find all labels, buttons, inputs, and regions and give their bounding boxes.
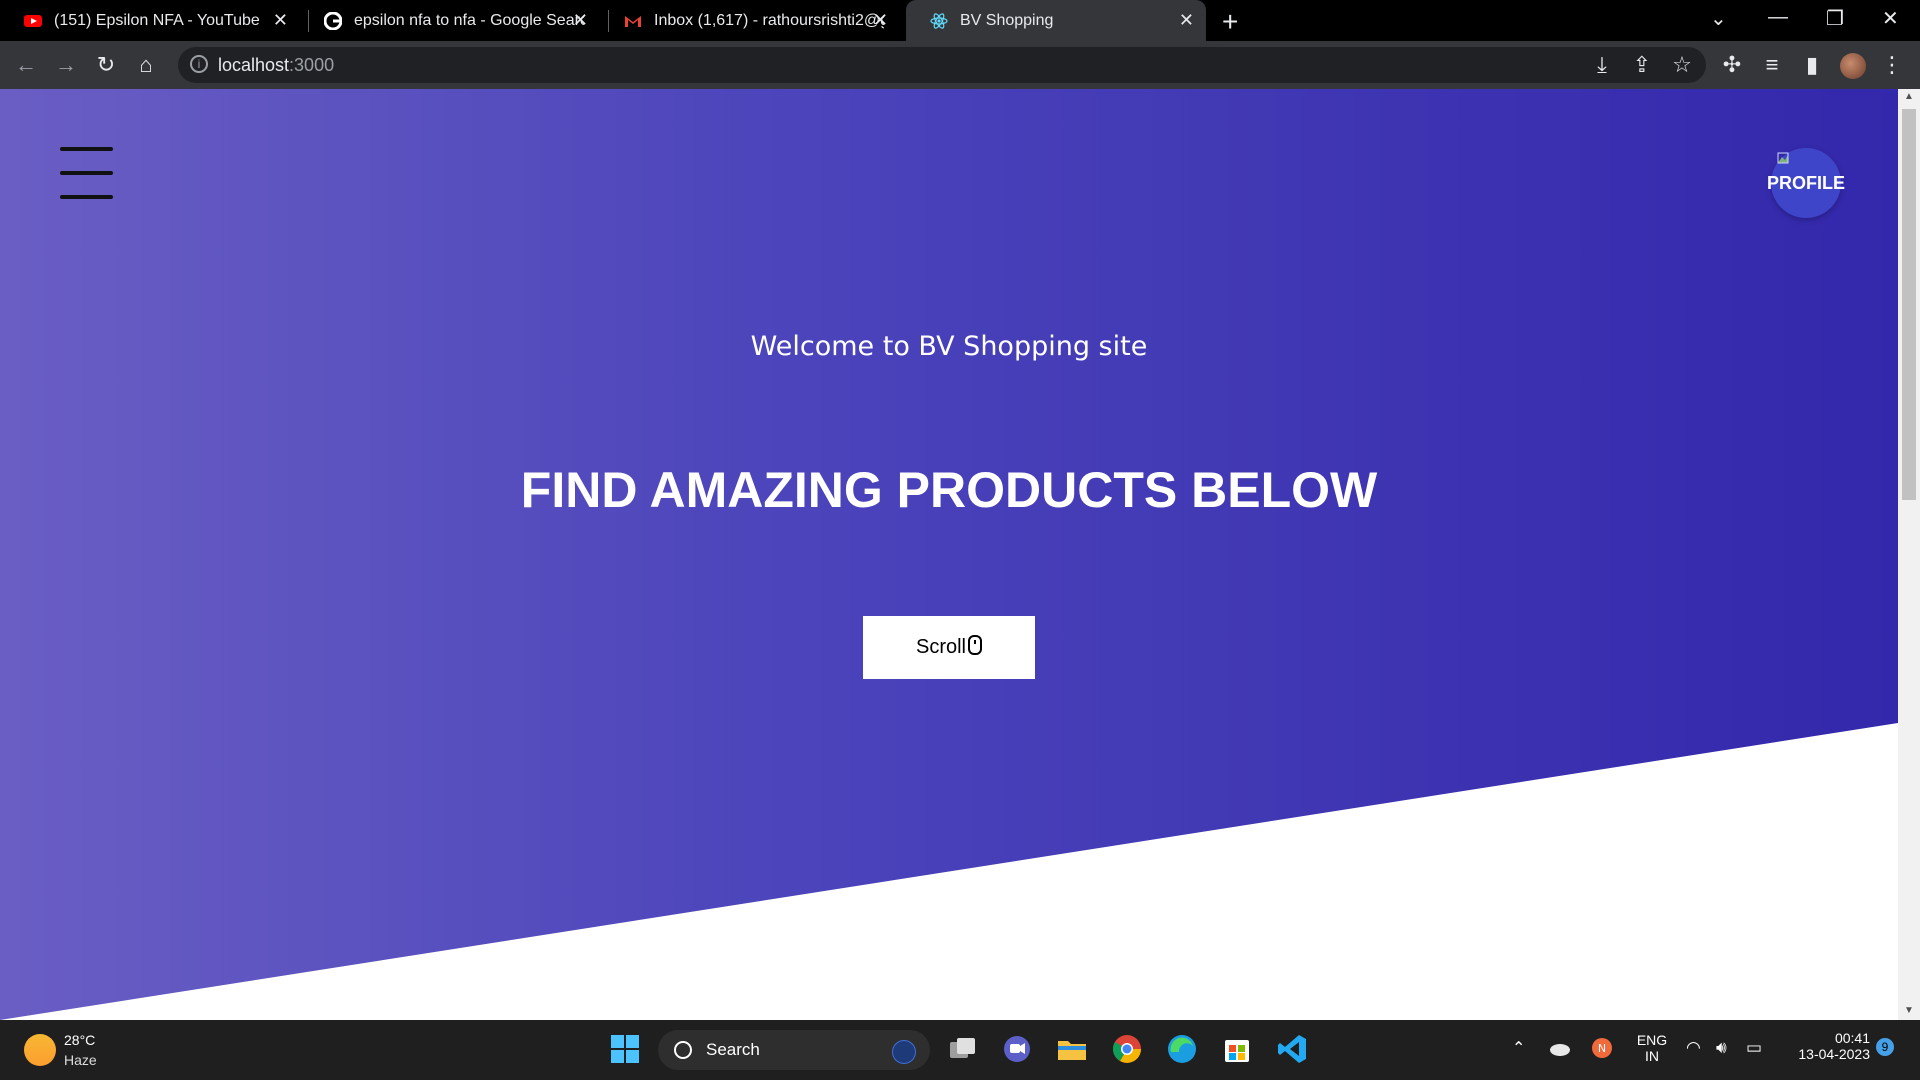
profile-label: PROFILE [1767,172,1846,193]
mouse-icon [968,634,982,655]
scroll-down-arrow-icon[interactable]: ▼ [1904,1005,1914,1016]
media-control-icon[interactable]: ≡ [1760,53,1784,77]
broken-image-icon [1777,152,1789,164]
bing-icon[interactable] [892,1040,916,1064]
youtube-icon [24,15,42,27]
share-icon[interactable]: ⇪ [1630,53,1654,77]
address-bar[interactable]: i localhost:3000 [178,47,1706,83]
react-icon [930,13,948,29]
windows-taskbar: 28°C Haze Search ⌃ N ENG IN ◠ 🔊︎ ▭ 00:41… [0,1020,1920,1080]
restore-button[interactable]: ❐ [1826,6,1844,31]
weather-haze-icon[interactable] [24,1034,56,1066]
url-text: localhost:3000 [218,55,334,76]
site-info-icon[interactable]: i [190,55,208,73]
wifi-icon[interactable]: ◠ [1686,1038,1701,1058]
hero-banner [0,89,1898,1020]
extensions-icon[interactable]: ✣ [1720,53,1744,77]
minimize-button[interactable]: — [1768,6,1788,29]
google-icon [324,12,342,30]
weather-temperature[interactable]: 28°C [64,1032,95,1048]
date-text: 13-04-2023 [1798,1046,1870,1062]
tab-title: Inbox (1,617) - rathoursrishti2@g [654,11,884,29]
taskbar-search[interactable]: Search [658,1030,930,1070]
side-panel-icon[interactable]: ▮ [1800,53,1824,77]
windows-start-icon[interactable] [608,1032,642,1066]
url-port: :3000 [289,55,335,75]
battery-icon[interactable]: ▭ [1746,1038,1762,1058]
svg-text:N: N [1598,1042,1606,1055]
back-arrow-icon[interactable]: ← [14,53,38,77]
clock[interactable]: 00:41 13-04-2023 [1782,1030,1870,1062]
file-explorer-icon[interactable] [1055,1032,1089,1066]
scroll-button[interactable]: Scroll [863,616,1035,679]
search-label: Search [706,1040,760,1059]
show-hidden-icons-icon[interactable]: ⌃ [1512,1038,1525,1058]
search-icon [674,1041,692,1059]
tray-app-icon[interactable]: N [1590,1036,1614,1060]
page-headline: FIND AMAZING PRODUCTS BELOW [520,462,1378,518]
close-tab-icon[interactable]: ✕ [573,10,588,31]
region-code: IN [1645,1048,1659,1064]
new-tab-button[interactable]: + [1222,6,1238,38]
home-icon[interactable]: ⌂ [134,53,158,77]
teams-chat-icon[interactable] [1000,1032,1034,1066]
install-app-icon[interactable]: ⤓ [1590,53,1614,77]
page-viewport: PROFILE Welcome to BV Shopping site FIND… [0,89,1898,1020]
tab-gmail-inbox[interactable]: Inbox (1,617) - rathoursrishti2@g ✕ [600,0,900,41]
weather-description[interactable]: Haze [64,1052,97,1068]
edge-icon[interactable] [1165,1032,1199,1066]
language-code: ENG [1636,1032,1668,1048]
page-scrollbar[interactable]: ▲ ▼ [1898,89,1920,1020]
microsoft-store-icon[interactable] [1220,1032,1254,1066]
time-text: 00:41 [1834,1030,1870,1046]
language-indicator[interactable]: ENG IN [1634,1032,1670,1064]
vscode-icon[interactable] [1275,1032,1309,1066]
tab-title: (151) Epsilon NFA - YouTube [54,11,260,29]
task-view-icon[interactable] [946,1032,980,1066]
scroll-label: Scroll [915,636,966,658]
tab-bv-shopping[interactable]: BV Shopping ✕ [906,0,1206,41]
welcome-text: Welcome to BV Shopping site [750,331,1148,362]
volume-icon[interactable]: 🔊︎ [1716,1038,1727,1058]
tab-google-search[interactable]: epsilon nfa to nfa - Google Searc ✕ [300,0,600,41]
onedrive-icon[interactable] [1548,1036,1572,1060]
tab-title: epsilon nfa to nfa - Google Searc [354,11,584,29]
tab-search-icon[interactable]: ⌄ [1710,6,1727,31]
tab-title: BV Shopping [960,11,1054,29]
bookmark-star-icon[interactable]: ☆ [1670,53,1694,77]
chrome-profile-avatar[interactable] [1840,53,1866,79]
notification-badge[interactable]: 9 [1876,1038,1894,1056]
chrome-menu-icon[interactable]: ⋮ [1880,53,1904,77]
hamburger-menu-icon[interactable] [60,147,113,199]
close-tab-icon[interactable]: ✕ [873,10,888,31]
forward-arrow-icon[interactable]: → [54,53,78,77]
browser-toolbar: ← → ↻ ⌂ i localhost:3000 ⤓ ⇪ ☆ ✣ ≡ ▮ ⋮ [0,41,1920,89]
close-window-button[interactable]: ✕ [1882,6,1899,31]
scrollbar-thumb[interactable] [1902,109,1916,500]
close-tab-icon[interactable]: ✕ [1179,10,1194,31]
url-host: localhost [218,55,290,75]
browser-tab-strip: (151) Epsilon NFA - YouTube ✕ epsilon nf… [0,0,1920,41]
chrome-icon[interactable] [1110,1032,1144,1066]
gmail-icon [625,16,641,27]
scroll-up-arrow-icon[interactable]: ▲ [1904,91,1914,102]
close-tab-icon[interactable]: ✕ [273,10,288,31]
reload-icon[interactable]: ↻ [94,53,118,77]
tab-youtube[interactable]: (151) Epsilon NFA - YouTube ✕ [0,0,300,41]
profile-button[interactable]: PROFILE [1767,148,1845,218]
